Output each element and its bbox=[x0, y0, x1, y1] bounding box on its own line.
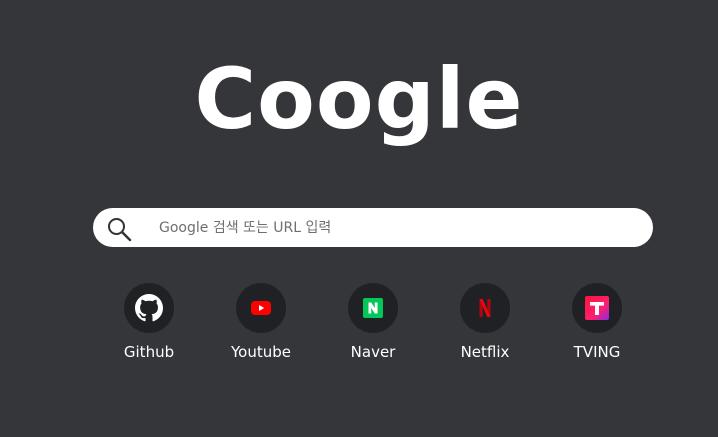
search-input[interactable] bbox=[159, 208, 629, 247]
shortcut-tile[interactable] bbox=[460, 283, 510, 333]
shortcut-tving[interactable]: TVING bbox=[547, 283, 647, 363]
shortcut-label: Github bbox=[123, 343, 175, 361]
naver-icon bbox=[363, 298, 383, 318]
shortcut-tile[interactable] bbox=[124, 283, 174, 333]
shortcut-netflix[interactable]: Netflix bbox=[435, 283, 535, 363]
github-icon bbox=[135, 294, 163, 322]
shortcut-label: Naver bbox=[350, 343, 396, 361]
shortcut-label: TVING bbox=[573, 343, 621, 361]
tving-icon bbox=[585, 296, 609, 320]
shortcut-tile[interactable] bbox=[348, 283, 398, 333]
shortcut-naver[interactable]: Naver bbox=[323, 283, 423, 363]
shortcut-youtube[interactable]: Youtube bbox=[211, 283, 311, 363]
shortcut-tile[interactable] bbox=[236, 283, 286, 333]
search-icon[interactable] bbox=[106, 216, 132, 242]
shortcut-label: Netflix bbox=[460, 343, 510, 361]
netflix-icon bbox=[479, 299, 491, 317]
youtube-icon bbox=[251, 301, 271, 315]
shortcut-label: Youtube bbox=[231, 343, 291, 361]
logo: Coogle bbox=[194, 50, 524, 148]
shortcut-github[interactable]: Github bbox=[99, 283, 199, 363]
shortcut-tile[interactable] bbox=[572, 283, 622, 333]
search-bar[interactable] bbox=[93, 208, 653, 247]
